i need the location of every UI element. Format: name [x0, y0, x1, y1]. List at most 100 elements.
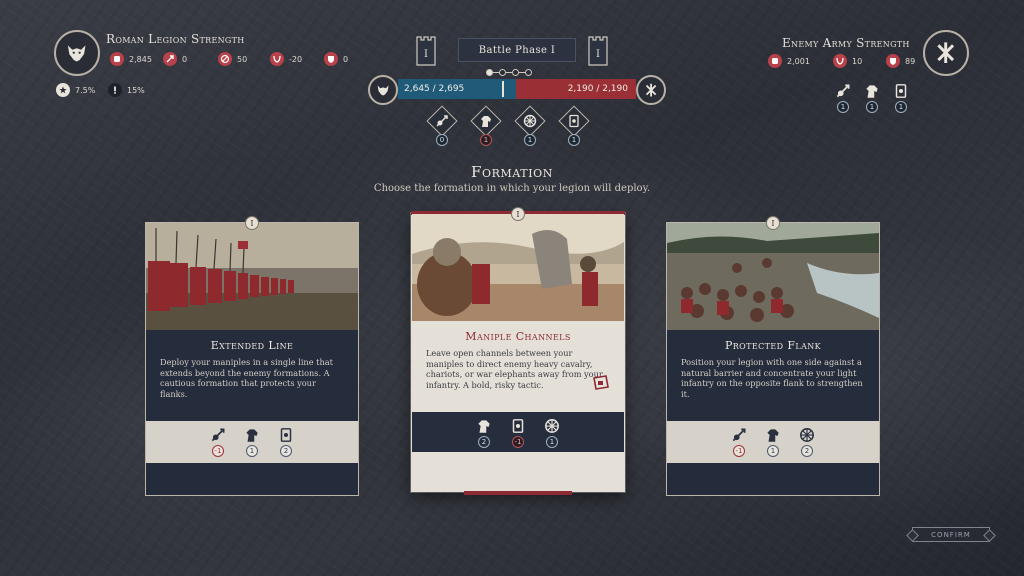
- tactic-slot[interactable]: 0: [426, 105, 458, 146]
- spear-fist-icon: [436, 115, 448, 127]
- enemy-strength-bar: 2,190 / 2,190: [516, 79, 636, 99]
- wolf-icon: [377, 85, 389, 96]
- wolf-icon: [68, 45, 86, 62]
- no-entry-icon: [218, 52, 232, 66]
- card-illustration: [667, 223, 879, 330]
- formation-title: Formation: [470, 163, 554, 181]
- wheel-icon: [545, 419, 559, 433]
- modifier: 1: [763, 426, 783, 458]
- arrow-icon: [163, 52, 177, 66]
- card-description: Leave open channels between your maniple…: [426, 348, 603, 390]
- exclamation-icon: [108, 83, 122, 97]
- stat-risk: 15%: [108, 83, 145, 97]
- player-strength-title: Roman Legion Strength: [106, 32, 245, 46]
- card-modifiers: 2 -1 1: [412, 412, 624, 452]
- card-title: Protected Flank: [724, 339, 822, 352]
- enemy-slot: 1: [862, 82, 882, 116]
- card-title: Maniple Channels: [465, 330, 571, 343]
- stat-ranged: 0: [163, 52, 187, 66]
- horse-icon: [767, 429, 779, 442]
- modifier: 1: [242, 426, 262, 458]
- spear-fist-icon: [836, 84, 850, 98]
- stat-defense: 0: [324, 52, 348, 66]
- wheel-icon: [800, 428, 814, 442]
- formation-subtitle: Choose the formation in which your legio…: [373, 183, 651, 194]
- card-illustration: [412, 214, 624, 321]
- player-strength-bar: 2,645 / 2,695: [398, 79, 516, 99]
- horse-icon: [866, 85, 878, 98]
- card-footer: [412, 452, 624, 491]
- battle-phase-banner: Battle Phase I: [458, 38, 576, 62]
- enemy-slot: 1: [891, 82, 911, 116]
- card-body: Maniple Channels Leave open channels bet…: [412, 321, 624, 412]
- confirm-button[interactable]: CONFIRM: [912, 527, 990, 542]
- stat-attack: 2,845: [110, 52, 152, 66]
- card-icon: [895, 84, 907, 98]
- star-icon: [56, 83, 70, 97]
- card-icon: [569, 114, 579, 128]
- card-number-badge: I: [766, 216, 780, 230]
- stat-blocked: 50: [218, 52, 247, 66]
- stat-morale: -20: [270, 52, 302, 66]
- enemy-emblem: [923, 30, 969, 76]
- horns-icon: [270, 52, 284, 66]
- enemy-stat-morale: 10: [833, 54, 862, 68]
- horse-icon: [481, 116, 491, 127]
- phase-dot: [486, 69, 493, 76]
- tactic-slots: 0 1 1 1: [426, 105, 590, 146]
- enemy-slot: 1: [833, 82, 853, 116]
- modifier: -1: [508, 417, 528, 449]
- formation-card-extended-line[interactable]: I Extended Line Deploy your maniples in …: [145, 216, 359, 496]
- card-number-badge: I: [511, 207, 525, 221]
- player-emblem: [54, 30, 100, 76]
- stat-experience: 7.5%: [56, 83, 95, 97]
- enemy-slots: 1 1 1: [833, 82, 911, 116]
- modifier: 1: [542, 417, 562, 449]
- enemy-bar-emblem: [636, 75, 666, 105]
- card-description: Deploy your maniples in a single line th…: [160, 357, 333, 399]
- spear-fist-icon: [732, 428, 746, 442]
- phase-dot: [499, 69, 506, 76]
- card-modifiers: -1 1 2: [146, 421, 358, 463]
- tower-right-icon: I: [588, 36, 608, 66]
- phase-progress: [486, 69, 532, 76]
- formation-card-protected-flank[interactable]: I Protected Flank Position your legion w…: [666, 216, 880, 496]
- card-icon: [512, 419, 524, 433]
- card-description: Position your legion with one side again…: [681, 357, 863, 399]
- horse-icon: [246, 429, 258, 442]
- enemy-stat-defense: 89: [886, 54, 915, 68]
- card-modifiers: -1 1 2: [667, 421, 879, 463]
- wheel-icon: [523, 114, 537, 128]
- horns-icon: [833, 54, 847, 68]
- card-body: Protected Flank Position your legion wit…: [667, 330, 879, 421]
- card-title: Extended Line: [210, 339, 294, 352]
- shield-icon: [324, 52, 338, 66]
- fist-icon: [768, 54, 782, 68]
- phase-dot: [512, 69, 519, 76]
- fist-icon: [110, 52, 124, 66]
- shield-icon: [886, 54, 900, 68]
- modifier: 2: [276, 426, 296, 458]
- crossed-emblem-icon: [645, 83, 657, 97]
- player-bar-emblem: [368, 75, 398, 105]
- cursor-icon: [593, 375, 609, 390]
- card-illustration: [146, 223, 358, 330]
- modifier: -1: [729, 426, 749, 458]
- tactic-slot[interactable]: 1: [558, 105, 590, 146]
- enemy-stat-attack: 2,001: [768, 54, 810, 68]
- phase-dot: [525, 69, 532, 76]
- crossed-emblem-icon: [937, 42, 955, 64]
- enemy-strength-title: Enemy Army Strength: [782, 36, 910, 50]
- spear-fist-icon: [211, 428, 225, 442]
- card-number-badge: I: [245, 216, 259, 230]
- tactic-slot[interactable]: 1: [514, 105, 546, 146]
- modifier: 2: [474, 417, 494, 449]
- card-footer: [146, 463, 358, 495]
- svg-text:I: I: [424, 49, 428, 60]
- formation-card-maniple-channels[interactable]: I Maniple Channels Leave open channels b…: [411, 207, 625, 495]
- army-strength-bar: 2,645 / 2,695 2,190 / 2,190: [398, 79, 636, 99]
- card-body: Extended Line Deploy your maniples in a …: [146, 330, 358, 421]
- tactic-slot[interactable]: 1: [470, 105, 502, 146]
- card-footer: [667, 463, 879, 495]
- svg-text:I: I: [596, 49, 600, 60]
